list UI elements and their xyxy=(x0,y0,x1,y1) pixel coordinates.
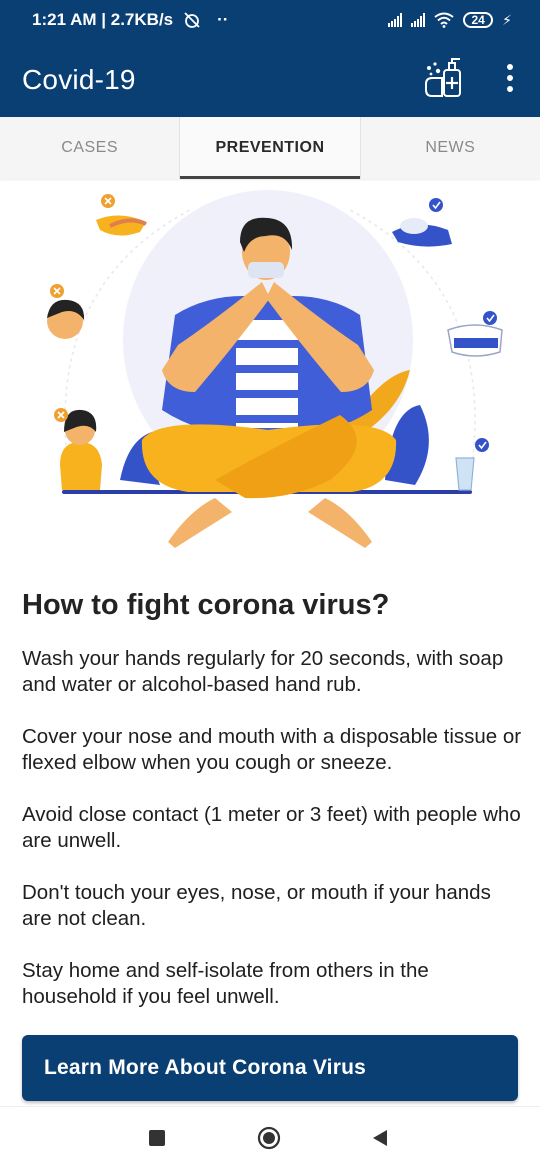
page-title: How to fight corona virus? xyxy=(22,589,390,621)
prevention-content: How to fight corona virus? Wash your han… xyxy=(22,588,522,1036)
status-left: 1:21 AM | 2.7KB/s ·· xyxy=(32,10,228,30)
tip-text: Stay home and self-isolate from others i… xyxy=(22,959,429,1008)
status-time-speed: 1:21 AM | 2.7KB/s xyxy=(32,10,174,29)
alarm-off-icon xyxy=(184,12,200,28)
app-bar: Covid-19 xyxy=(0,40,540,117)
battery-icon: 24 xyxy=(463,12,494,28)
status-right: 24 ⚡ xyxy=(388,12,512,29)
charging-icon: ⚡ xyxy=(502,11,512,28)
tab-news[interactable]: NEWS xyxy=(361,117,540,179)
tab-prevention[interactable]: PREVENTION xyxy=(180,117,361,179)
tip-text: Avoid close contact (1 meter or 3 feet) … xyxy=(22,803,521,852)
status-bar: 1:21 AM | 2.7KB/s ·· 24 ⚡ xyxy=(0,0,540,40)
signal-icon xyxy=(411,13,426,27)
wifi-icon xyxy=(434,12,454,28)
tab-bar: CASES PREVENTION NEWS xyxy=(0,117,540,179)
tip-text: Don't touch your eyes, nose, or mouth if… xyxy=(22,881,491,930)
tab-cases[interactable]: CASES xyxy=(0,117,181,179)
tip-text: Wash your hands regularly for 20 seconds… xyxy=(22,647,504,696)
home-icon[interactable] xyxy=(257,1126,281,1150)
more-vert-icon[interactable] xyxy=(496,62,524,94)
status-dots: ·· xyxy=(217,10,229,29)
app-title: Covid-19 xyxy=(22,64,136,95)
signal-icon xyxy=(388,13,403,27)
back-icon[interactable] xyxy=(371,1128,389,1148)
learn-more-button[interactable]: Learn More About Corona Virus xyxy=(22,1035,518,1101)
system-nav-bar xyxy=(0,1106,540,1171)
recent-apps-icon[interactable] xyxy=(149,1130,165,1146)
battery-level: 24 xyxy=(471,13,485,27)
hand-sanitizer-icon[interactable] xyxy=(420,54,470,104)
prevention-illustration xyxy=(47,190,503,548)
tip-text: Cover your nose and mouth with a disposa… xyxy=(22,725,522,774)
